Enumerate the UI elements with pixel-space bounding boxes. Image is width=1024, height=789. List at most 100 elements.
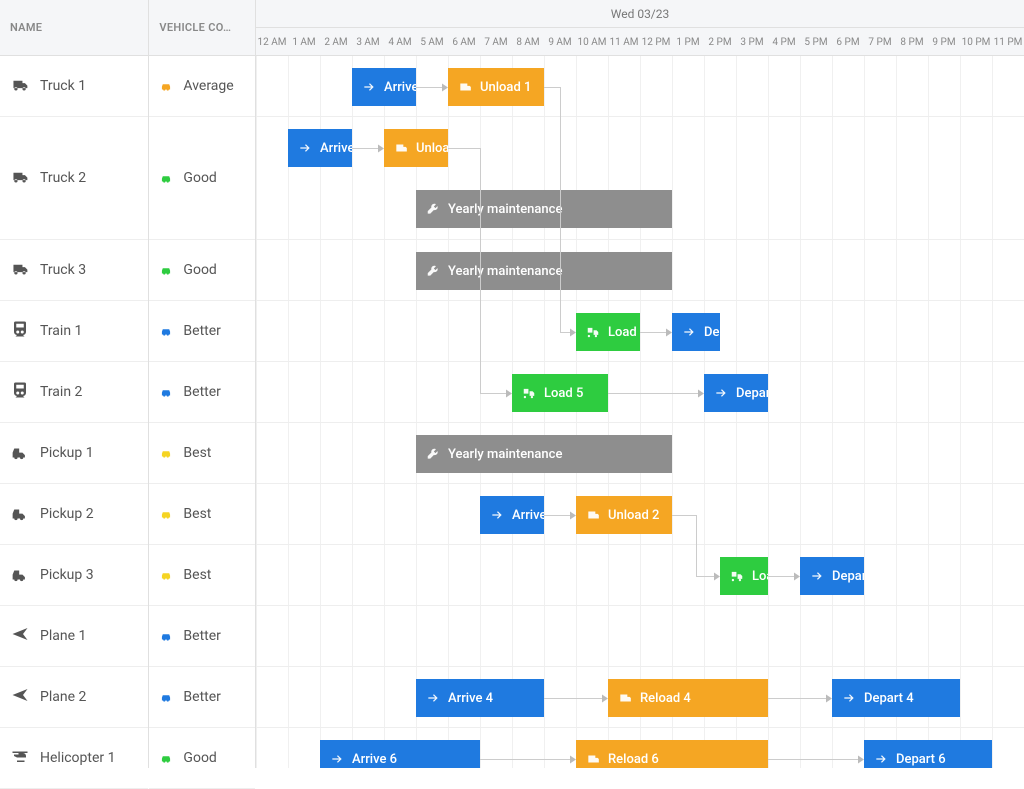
resource-condition-cell[interactable]: Better (149, 667, 255, 728)
event-label: Arrive 2 (320, 141, 352, 156)
condition-label: Best (183, 445, 211, 461)
resource-condition-cell[interactable]: Best (149, 484, 255, 545)
event-label: Arrive 2 (512, 508, 544, 523)
car-icon (159, 630, 173, 642)
event-blue[interactable]: Depart 6 (864, 740, 992, 768)
date-header: Wed 03/23 (256, 0, 1024, 28)
event-blue[interactable]: Depart (704, 374, 768, 412)
resource-row[interactable]: Pickup 1 (0, 423, 148, 484)
event-label: Depart 4 (864, 691, 914, 706)
resource-condition-cell[interactable]: Best (149, 423, 255, 484)
event-blue[interactable]: Arrive 2 (480, 496, 544, 534)
hour-label: 8 AM (512, 28, 544, 56)
track-row[interactable] (256, 545, 1024, 606)
resource-row[interactable]: Truck 2 (0, 117, 148, 240)
condition-label: Best (183, 567, 211, 583)
hour-label: 4 PM (768, 28, 800, 56)
resource-row[interactable]: Plane 2 (0, 667, 148, 728)
wrench-icon (426, 202, 440, 216)
event-label: Depart (704, 325, 720, 340)
hour-label: 12 AM (256, 28, 288, 56)
resource-row[interactable]: Train 2 (0, 362, 148, 423)
arrow-icon (810, 569, 824, 583)
event-orange[interactable]: Reload 6 (576, 740, 768, 768)
car-icon (159, 80, 173, 92)
event-blue[interactable]: Depart (800, 557, 864, 595)
event-orange[interactable]: Unload 1 (448, 68, 544, 106)
load-icon (586, 325, 600, 339)
track-row[interactable] (256, 362, 1024, 423)
event-orange[interactable]: Unload (384, 129, 448, 167)
resource-name: Plane 1 (40, 628, 86, 644)
resource-condition-cell[interactable]: Good (149, 728, 255, 789)
event-green[interactable]: Load 5 (512, 374, 608, 412)
hour-label: 6 PM (832, 28, 864, 56)
event-label: Reload 6 (608, 752, 659, 767)
event-gray[interactable]: Yearly maintenance (416, 190, 672, 228)
truck-icon (10, 167, 30, 189)
event-label: Yearly maintenance (448, 202, 562, 217)
hour-header: 12 AM1 AM2 AM3 AM4 AM5 AM6 AM7 AM8 AM9 A… (256, 28, 1024, 56)
resource-row[interactable]: Pickup 3 (0, 545, 148, 606)
box-icon (458, 80, 472, 94)
hour-label: 7 AM (480, 28, 512, 56)
hour-label: 2 PM (704, 28, 736, 56)
event-gray[interactable]: Yearly maintenance (416, 435, 672, 473)
truck-icon (10, 259, 30, 281)
event-green[interactable]: Load (576, 313, 640, 351)
track-row[interactable] (256, 301, 1024, 362)
track-row[interactable] (256, 606, 1024, 667)
hour-label: 5 PM (800, 28, 832, 56)
load-icon (522, 386, 536, 400)
resource-condition-cell[interactable]: Average (149, 56, 255, 117)
box-icon (618, 691, 632, 705)
condition-label: Good (183, 262, 216, 278)
resource-row[interactable]: Helicopter 1 (0, 728, 148, 789)
resource-condition-cell[interactable]: Better (149, 301, 255, 362)
event-gray[interactable]: Yearly maintenance (416, 252, 672, 290)
pickup-icon (10, 442, 30, 464)
event-label: Yearly maintenance (448, 264, 562, 279)
hour-label: 3 AM (352, 28, 384, 56)
condition-column-header[interactable]: VEHICLE CO… (149, 0, 255, 56)
resource-row[interactable]: Pickup 2 (0, 484, 148, 545)
resource-condition-cell[interactable]: Good (149, 240, 255, 301)
event-orange[interactable]: Reload 4 (608, 679, 768, 717)
condition-label: Better (183, 689, 220, 705)
car-icon (159, 447, 173, 459)
resource-name: Pickup 3 (40, 567, 94, 583)
event-label: Depart 6 (896, 752, 946, 767)
event-green[interactable]: Load (720, 557, 768, 595)
condition-label: Good (183, 750, 216, 766)
arrow-icon (426, 691, 440, 705)
resource-name: Train 2 (40, 384, 82, 400)
event-orange[interactable]: Unload 2 (576, 496, 672, 534)
event-blue[interactable]: Depart (672, 313, 720, 351)
condition-label: Better (183, 384, 220, 400)
hour-label: 11 AM (608, 28, 640, 56)
resource-row[interactable]: Truck 1 (0, 56, 148, 117)
event-blue[interactable]: Arrive 6 (320, 740, 480, 768)
condition-label: Good (183, 170, 216, 186)
resource-condition-cell[interactable]: Better (149, 606, 255, 667)
name-column-header[interactable]: NAME (0, 0, 148, 56)
resource-row[interactable]: Truck 3 (0, 240, 148, 301)
resource-condition-cell[interactable]: Good (149, 117, 255, 240)
resource-row[interactable]: Train 1 (0, 301, 148, 362)
timeline[interactable]: Wed 03/23 12 AM1 AM2 AM3 AM4 AM5 AM6 AM7… (256, 0, 1024, 768)
event-blue[interactable]: Arrive 1 (352, 68, 416, 106)
condition-label: Best (183, 506, 211, 522)
resource-row[interactable]: Plane 1 (0, 606, 148, 667)
condition-label: Better (183, 323, 220, 339)
event-blue[interactable]: Arrive 4 (416, 679, 544, 717)
resource-condition-cell[interactable]: Better (149, 362, 255, 423)
event-label: Arrive 6 (352, 752, 397, 767)
event-label: Load 5 (544, 386, 583, 401)
arrow-icon (330, 752, 344, 766)
event-blue[interactable]: Depart 4 (832, 679, 960, 717)
car-icon (159, 264, 173, 276)
hour-label: 9 AM (544, 28, 576, 56)
resource-condition-cell[interactable]: Best (149, 545, 255, 606)
event-blue[interactable]: Arrive 2 (288, 129, 352, 167)
hour-label: 6 AM (448, 28, 480, 56)
